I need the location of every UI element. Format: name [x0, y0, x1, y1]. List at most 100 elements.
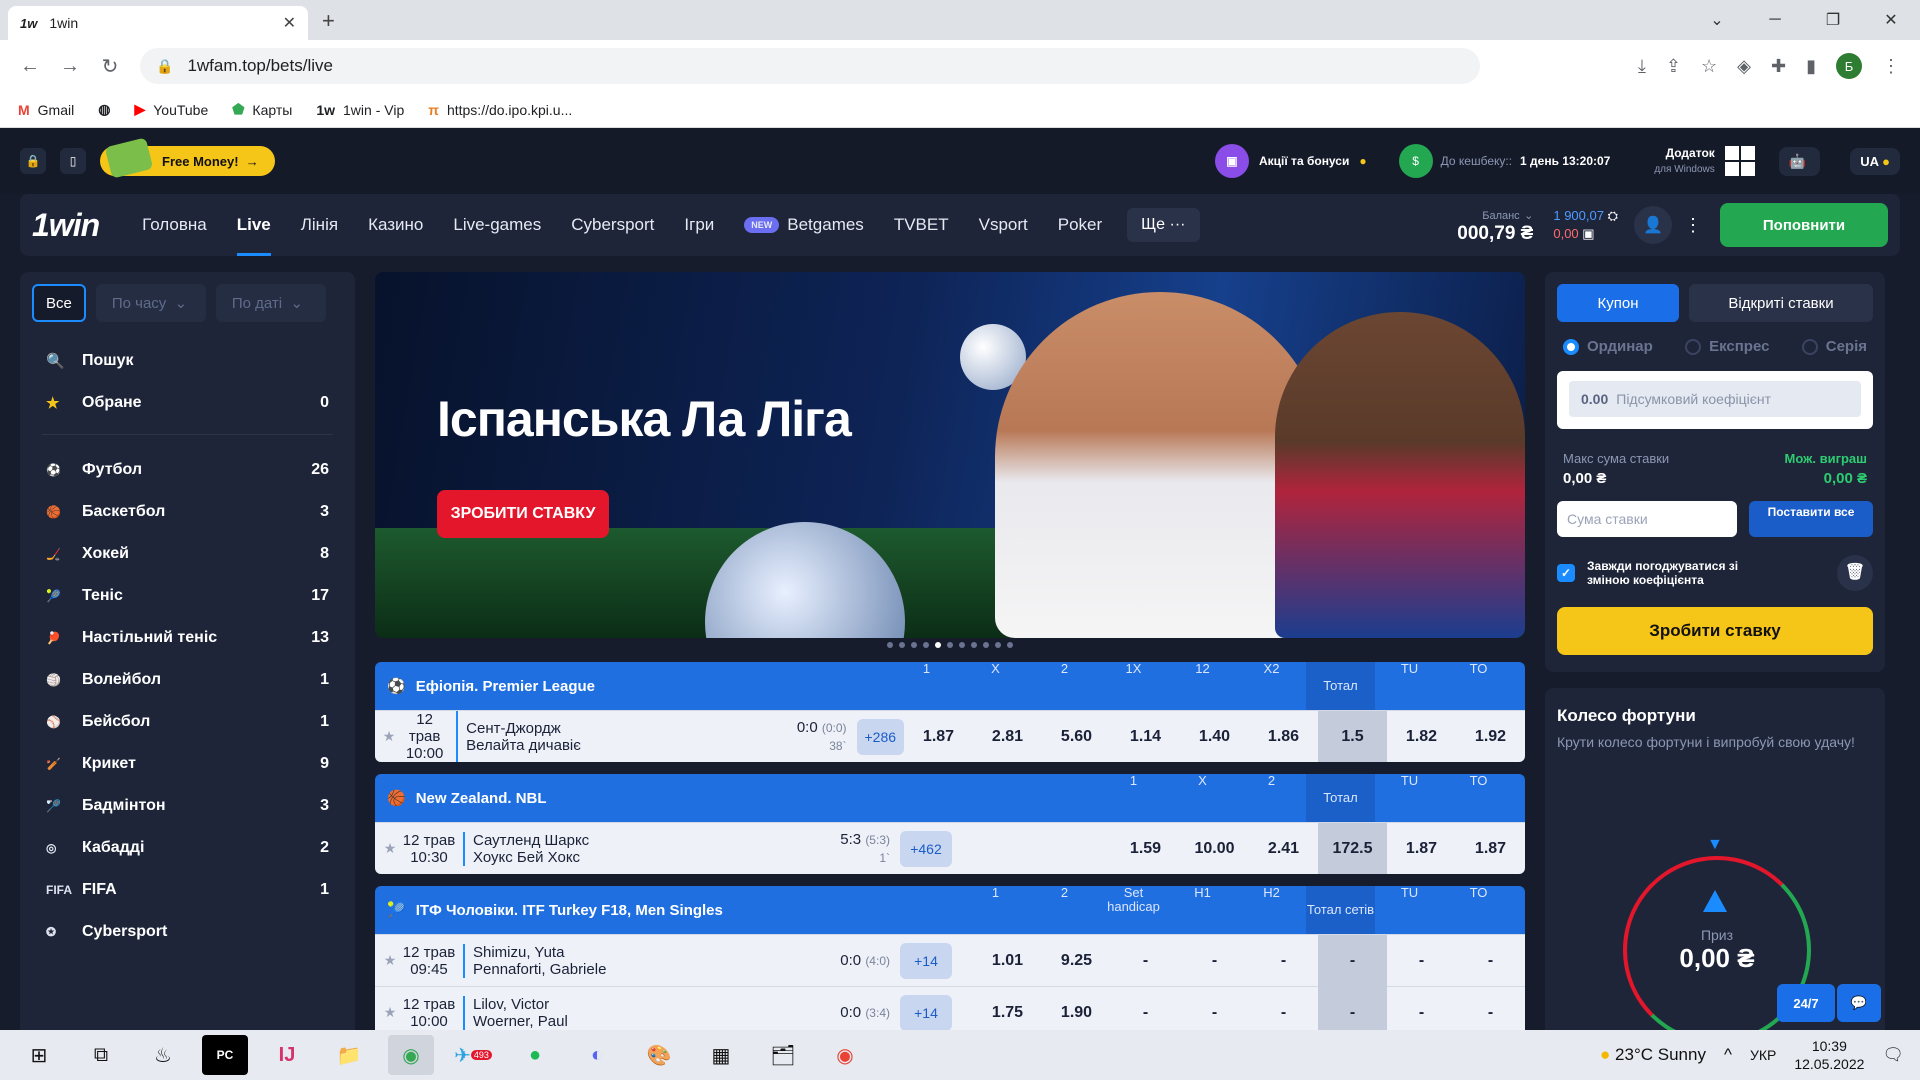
lock-icon[interactable]: 🔒 — [156, 58, 173, 75]
chat-icon[interactable]: 💬 — [1837, 984, 1881, 1022]
banner-dot[interactable] — [1007, 642, 1013, 648]
trash-icon[interactable]: 🗑 — [1837, 555, 1873, 591]
odds-cell[interactable]: - — [1180, 935, 1249, 987]
nav-line[interactable]: Лінія — [301, 194, 338, 256]
make-bet-button[interactable]: Зробити ставку — [1557, 607, 1873, 655]
calculator-icon[interactable]: ▦ — [698, 1035, 744, 1075]
match-row[interactable]: ★ 12 трав 10:00 Сент-Джордж Велайта дичаві… — [375, 710, 1525, 762]
sidebar-sport-item[interactable]: ◎ Кабадді 2 — [32, 827, 343, 869]
odds-cell[interactable]: - — [1318, 934, 1387, 987]
odds-cell[interactable]: - — [1456, 935, 1525, 987]
sidebar-sport-item[interactable]: 🏒 Хокей 8 — [32, 533, 343, 575]
forward-icon[interactable]: → — [50, 55, 90, 78]
steam-icon[interactable]: ♨ — [140, 1035, 186, 1075]
banner-dot[interactable] — [983, 642, 989, 648]
more-markets-button[interactable]: +462 — [900, 830, 952, 867]
bookmark-globe[interactable]: ◍ — [98, 101, 110, 118]
match-row[interactable]: ★ 12 трав 10:30 Саутленд Шаркс Хоукс Бей Х… — [375, 822, 1525, 874]
sidebar-favorites[interactable]: ★ Обране 0 — [32, 382, 343, 424]
banner-dot[interactable] — [935, 642, 941, 648]
sidebar-sport-item[interactable]: 🏸 Бадмінтон 3 — [32, 785, 343, 827]
top-up-button[interactable]: Поповнити — [1720, 203, 1888, 247]
chrome-profile-icon[interactable]: ◉ — [822, 1035, 868, 1075]
site-logo[interactable]: 1win — [32, 207, 100, 244]
nav-more-button[interactable]: Ще ··· — [1127, 208, 1200, 242]
odds-cell[interactable]: 1.01 — [973, 935, 1042, 987]
chrome-icon[interactable]: ◉ — [388, 1035, 434, 1075]
odds-cell[interactable]: 1.59 — [1111, 823, 1180, 875]
close-tab-icon[interactable]: ✕ — [283, 13, 296, 33]
odds-cell[interactable]: - — [1111, 987, 1180, 1031]
new-tab-icon[interactable]: + — [322, 8, 335, 34]
sidebar-sport-item[interactable]: ✪ Cybersport — [32, 911, 343, 953]
free-money-button[interactable]: Free Money! → — [100, 137, 275, 179]
bookmark-kpi[interactable]: π https://do.ipo.kpi.u... — [428, 102, 572, 118]
mobile-icon[interactable]: ▯ — [60, 148, 86, 174]
favorite-star-icon[interactable]: ★ — [379, 1004, 401, 1021]
maximize-icon[interactable]: ❐ — [1804, 0, 1862, 40]
match-row[interactable]: ★ 12 трав 10:00 Lilov, Victor Woerner, Pau… — [375, 986, 1525, 1030]
filter-by-date[interactable]: По даті ⌄ — [215, 284, 326, 322]
filter-all[interactable]: Все — [32, 284, 86, 322]
filter-by-time[interactable]: По часу ⌄ — [95, 284, 206, 322]
reload-icon[interactable]: ↻ — [90, 54, 130, 79]
nav-home[interactable]: Головна — [142, 194, 207, 256]
odds-cell[interactable]: 1.5 — [1318, 710, 1387, 762]
sidebar-sport-item[interactable]: 🏏 Крикет 9 — [32, 743, 343, 785]
nav-games[interactable]: Ігри — [684, 194, 714, 256]
nav-poker[interactable]: Poker — [1058, 194, 1102, 256]
odds-cell[interactable]: 1.87 — [1456, 823, 1525, 875]
weather-widget[interactable]: ● 23°C Sunny — [1600, 1045, 1706, 1065]
balance-dropdown[interactable]: Баланс ⌄ 000,79 ₴ — [1457, 206, 1533, 244]
odds-cell[interactable]: - — [1456, 987, 1525, 1031]
sidebar-search[interactable]: 🔍 Пошук — [32, 340, 343, 382]
files-icon[interactable]: 🗂 — [760, 1035, 806, 1075]
sidebar-sport-item[interactable]: ⚾ Бейсбол 1 — [32, 701, 343, 743]
bookmark-star-icon[interactable]: ☆ — [1701, 56, 1717, 77]
intellij-icon[interactable]: IJ — [264, 1035, 310, 1075]
file-explorer-icon[interactable]: 📁 — [326, 1035, 372, 1075]
promo-link[interactable]: ▣ Акції та бонуси ● — [1214, 144, 1367, 178]
tab-coupon[interactable]: Купон — [1557, 284, 1679, 322]
sidebar-sport-item[interactable]: FIFA FIFA 1 — [32, 869, 343, 911]
league-header[interactable]: 🎾 ITФ Чоловіки. ITF Turkey F18, Men Singl… — [375, 886, 1525, 934]
odds-cell[interactable]: 1.87 — [1387, 823, 1456, 875]
radio-series[interactable]: Серія — [1801, 338, 1867, 355]
account-menu-icon[interactable]: ⋮ — [1684, 215, 1702, 236]
banner-dot[interactable] — [911, 642, 917, 648]
profile-avatar[interactable]: Б — [1836, 53, 1862, 79]
banner-dot[interactable] — [995, 642, 1001, 648]
cashback-timer[interactable]: $ До кешбеку:: 1 день 13:20:07 — [1398, 144, 1610, 178]
discord-icon[interactable]: ◐ — [574, 1035, 620, 1075]
paint-icon[interactable]: 🎨 — [636, 1035, 682, 1075]
banner-dot[interactable] — [971, 642, 977, 648]
spotify-icon[interactable]: ● — [512, 1035, 558, 1075]
match-row[interactable]: ★ 12 трав 09:45 Shimizu, Yuta Pennaforti, … — [375, 934, 1525, 987]
clock[interactable]: 10:39 12.05.2022 — [1794, 1037, 1864, 1073]
odds-cell[interactable]: 2.81 — [973, 711, 1042, 763]
notifications-icon[interactable]: 🗨 — [1882, 1045, 1904, 1065]
odds-cell[interactable]: 1.90 — [1042, 987, 1111, 1031]
telegram-icon[interactable]: ✈ 493 — [450, 1035, 496, 1075]
banner-bet-button[interactable]: ЗРОБИТИ СТАВКУ — [437, 490, 609, 538]
favorite-star-icon[interactable]: ★ — [379, 728, 399, 745]
more-markets-button[interactable]: +286 — [856, 718, 904, 755]
odds-cell[interactable]: - — [1249, 987, 1318, 1031]
sidebar-sport-item[interactable]: 🏓 Настільний теніс 13 — [32, 617, 343, 659]
odds-cell[interactable]: - — [1387, 935, 1456, 987]
android-icon[interactable]: 🤖 — [1789, 153, 1806, 170]
odds-cell[interactable]: 1.40 — [1180, 711, 1249, 763]
input-language[interactable]: УКР — [1750, 1047, 1776, 1063]
odds-cell[interactable]: - — [1111, 935, 1180, 987]
minimize-icon[interactable]: ─ — [1746, 0, 1804, 40]
sidebar-sport-item[interactable]: 🏐 Волейбол 1 — [32, 659, 343, 701]
banner-dot[interactable] — [959, 642, 965, 648]
stake-input[interactable]: Сума ставки — [1557, 501, 1737, 537]
odds-cell[interactable]: 1.75 — [973, 987, 1042, 1031]
lock-mode-icon[interactable]: 🔒 — [20, 148, 46, 174]
bet-all-button[interactable]: Поставити все — [1749, 501, 1873, 537]
odds-cell[interactable]: - — [1387, 987, 1456, 1031]
favorite-star-icon[interactable]: ★ — [379, 840, 401, 857]
banner-dot[interactable] — [923, 642, 929, 648]
language-selector[interactable]: UA ● — [1850, 147, 1900, 175]
